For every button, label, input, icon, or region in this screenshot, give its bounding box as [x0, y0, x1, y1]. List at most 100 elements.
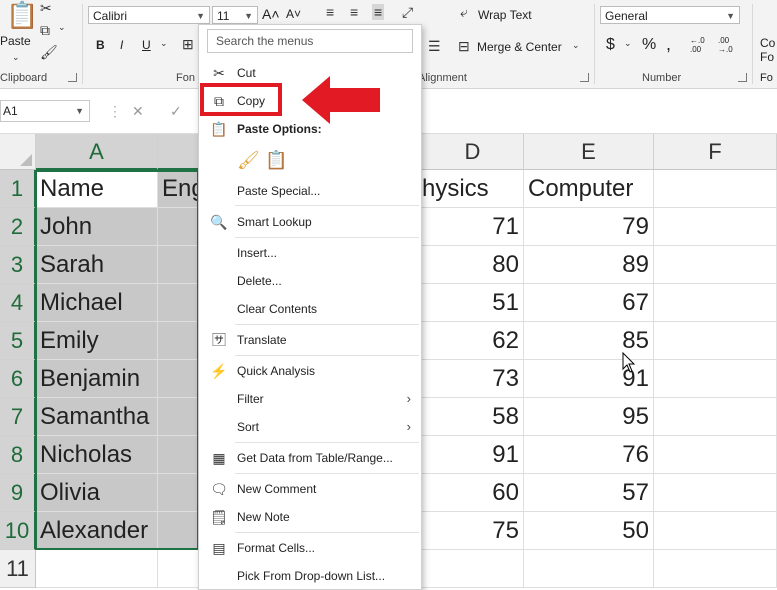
- cell-b2[interactable]: [158, 208, 200, 246]
- row-header[interactable]: 2: [0, 208, 36, 246]
- row-header[interactable]: 8: [0, 436, 36, 474]
- menu-item-delete[interactable]: Delete...: [199, 268, 421, 294]
- cell-f4[interactable]: [654, 284, 777, 322]
- font-size-combo[interactable]: 11 ▼: [212, 6, 258, 24]
- comma-style-icon[interactable]: ,: [666, 34, 671, 55]
- cell-e4[interactable]: 67: [524, 284, 654, 322]
- cell-f6[interactable]: [654, 360, 777, 398]
- copy-icon[interactable]: ⧉: [40, 22, 50, 39]
- align-bottom-icon[interactable]: ≡: [372, 4, 385, 20]
- alignment-launcher-icon[interactable]: [580, 73, 589, 82]
- confirm-entry-icon[interactable]: ✓: [170, 103, 182, 120]
- column-header-f[interactable]: F: [654, 134, 777, 170]
- menu-search-input[interactable]: Search the menus: [207, 29, 413, 53]
- cell-a4[interactable]: Michael: [36, 284, 158, 322]
- cell-e10[interactable]: 50: [524, 512, 654, 550]
- cell-b5[interactable]: [158, 322, 200, 360]
- menu-item-translate[interactable]: 🈂 Translate: [199, 327, 421, 353]
- currency-dropdown-icon[interactable]: ⌄: [624, 38, 632, 49]
- menu-item-quick-analysis[interactable]: ⚡ Quick Analysis: [199, 358, 421, 384]
- underline-dropdown-icon[interactable]: ⌄: [160, 38, 168, 49]
- column-header-e[interactable]: E: [524, 134, 654, 170]
- cell-a11[interactable]: [36, 550, 158, 588]
- increase-font-icon[interactable]: A˄: [262, 6, 280, 22]
- increase-decimal-button[interactable]: ←.0 .00: [690, 36, 712, 54]
- menu-item-insert[interactable]: Insert...: [199, 240, 421, 266]
- cell-a7[interactable]: Samantha: [36, 398, 158, 436]
- copy-dropdown-icon[interactable]: ⌄: [58, 22, 66, 33]
- row-header[interactable]: 1: [0, 170, 36, 208]
- cell-b10[interactable]: [158, 512, 200, 550]
- conditional-format-partial[interactable]: Co: [760, 36, 775, 50]
- cell-d11[interactable]: [422, 550, 524, 588]
- cell-a1[interactable]: Name: [36, 170, 158, 208]
- align-middle-icon[interactable]: ≡: [350, 4, 358, 20]
- bold-button[interactable]: B: [96, 38, 105, 52]
- cell-e11[interactable]: [524, 550, 654, 588]
- cut-icon[interactable]: ✂: [40, 0, 52, 17]
- cell-f8[interactable]: [654, 436, 777, 474]
- cell-d3[interactable]: 80: [422, 246, 524, 284]
- row-header[interactable]: 11: [0, 550, 36, 588]
- cell-d4[interactable]: 51: [422, 284, 524, 322]
- row-header[interactable]: 7: [0, 398, 36, 436]
- number-launcher-icon[interactable]: [738, 73, 747, 82]
- orientation-icon[interactable]: ⤢: [402, 4, 413, 21]
- cell-f3[interactable]: [654, 246, 777, 284]
- cell-d10[interactable]: 75: [422, 512, 524, 550]
- formula-bar-grip-icon[interactable]: ⋮: [108, 103, 122, 120]
- cell-e3[interactable]: 89: [524, 246, 654, 284]
- align-top-icon[interactable]: ≡: [326, 4, 334, 20]
- cancel-entry-icon[interactable]: ✕: [132, 103, 144, 120]
- cell-b9[interactable]: [158, 474, 200, 512]
- paste-formatting-icon[interactable]: 🖌: [237, 147, 260, 173]
- menu-item-clear-contents[interactable]: Clear Contents: [199, 296, 421, 322]
- cell-e1[interactable]: Computer: [524, 170, 654, 208]
- cell-a2[interactable]: John: [36, 208, 158, 246]
- menu-item-pick-dropdown[interactable]: Pick From Drop-down List...: [199, 563, 421, 589]
- cell-f2[interactable]: [654, 208, 777, 246]
- row-header[interactable]: 9: [0, 474, 36, 512]
- menu-item-new-comment[interactable]: 🗨 New Comment: [199, 476, 421, 502]
- cell-f7[interactable]: [654, 398, 777, 436]
- wrap-text-button[interactable]: Wrap Text: [478, 8, 532, 22]
- merge-center-button[interactable]: Merge & Center: [477, 40, 562, 54]
- indent-icon[interactable]: ☰: [428, 38, 441, 55]
- cell-e9[interactable]: 57: [524, 474, 654, 512]
- cell-e8[interactable]: 76: [524, 436, 654, 474]
- row-header[interactable]: 10: [0, 512, 36, 550]
- cell-d6[interactable]: 73: [422, 360, 524, 398]
- menu-item-new-note[interactable]: 🗒 New Note: [199, 504, 421, 530]
- column-header-b[interactable]: [158, 134, 200, 170]
- row-header[interactable]: 3: [0, 246, 36, 284]
- format-painter-icon[interactable]: 🖌: [40, 44, 58, 61]
- font-name-combo[interactable]: Calibri ▼: [88, 6, 210, 24]
- cell-d5[interactable]: 62: [422, 322, 524, 360]
- menu-item-filter[interactable]: Filter ›: [199, 386, 421, 412]
- paste-button[interactable]: Paste: [0, 34, 31, 48]
- cell-f11[interactable]: [654, 550, 777, 588]
- cell-a10[interactable]: Alexander: [36, 512, 158, 550]
- cell-a5[interactable]: Emily: [36, 322, 158, 360]
- wrap-text-icon[interactable]: ⤶: [460, 4, 468, 21]
- number-format-combo[interactable]: General ▼: [600, 6, 740, 24]
- row-header[interactable]: 5: [0, 322, 36, 360]
- cell-b11[interactable]: [158, 550, 200, 588]
- italic-button[interactable]: I: [120, 38, 123, 52]
- merge-dropdown-icon[interactable]: ⌄: [572, 40, 580, 51]
- cell-a3[interactable]: Sarah: [36, 246, 158, 284]
- menu-item-format-cells[interactable]: ▤ Format Cells...: [199, 535, 421, 561]
- merge-center-icon[interactable]: ⊟: [458, 38, 470, 55]
- cell-b8[interactable]: [158, 436, 200, 474]
- underline-button[interactable]: U: [142, 38, 151, 52]
- name-box[interactable]: A1 ▼: [0, 100, 90, 122]
- cell-e2[interactable]: 79: [524, 208, 654, 246]
- cell-d9[interactable]: 60: [422, 474, 524, 512]
- cell-a8[interactable]: Nicholas: [36, 436, 158, 474]
- menu-item-get-data[interactable]: ▦ Get Data from Table/Range...: [199, 445, 421, 471]
- borders-icon[interactable]: ⊞: [182, 36, 194, 53]
- cell-b1[interactable]: Eng: [158, 170, 200, 208]
- paste-clipboard-icon[interactable]: 📋: [265, 147, 287, 173]
- cell-a6[interactable]: Benjamin: [36, 360, 158, 398]
- cell-d7[interactable]: 58: [422, 398, 524, 436]
